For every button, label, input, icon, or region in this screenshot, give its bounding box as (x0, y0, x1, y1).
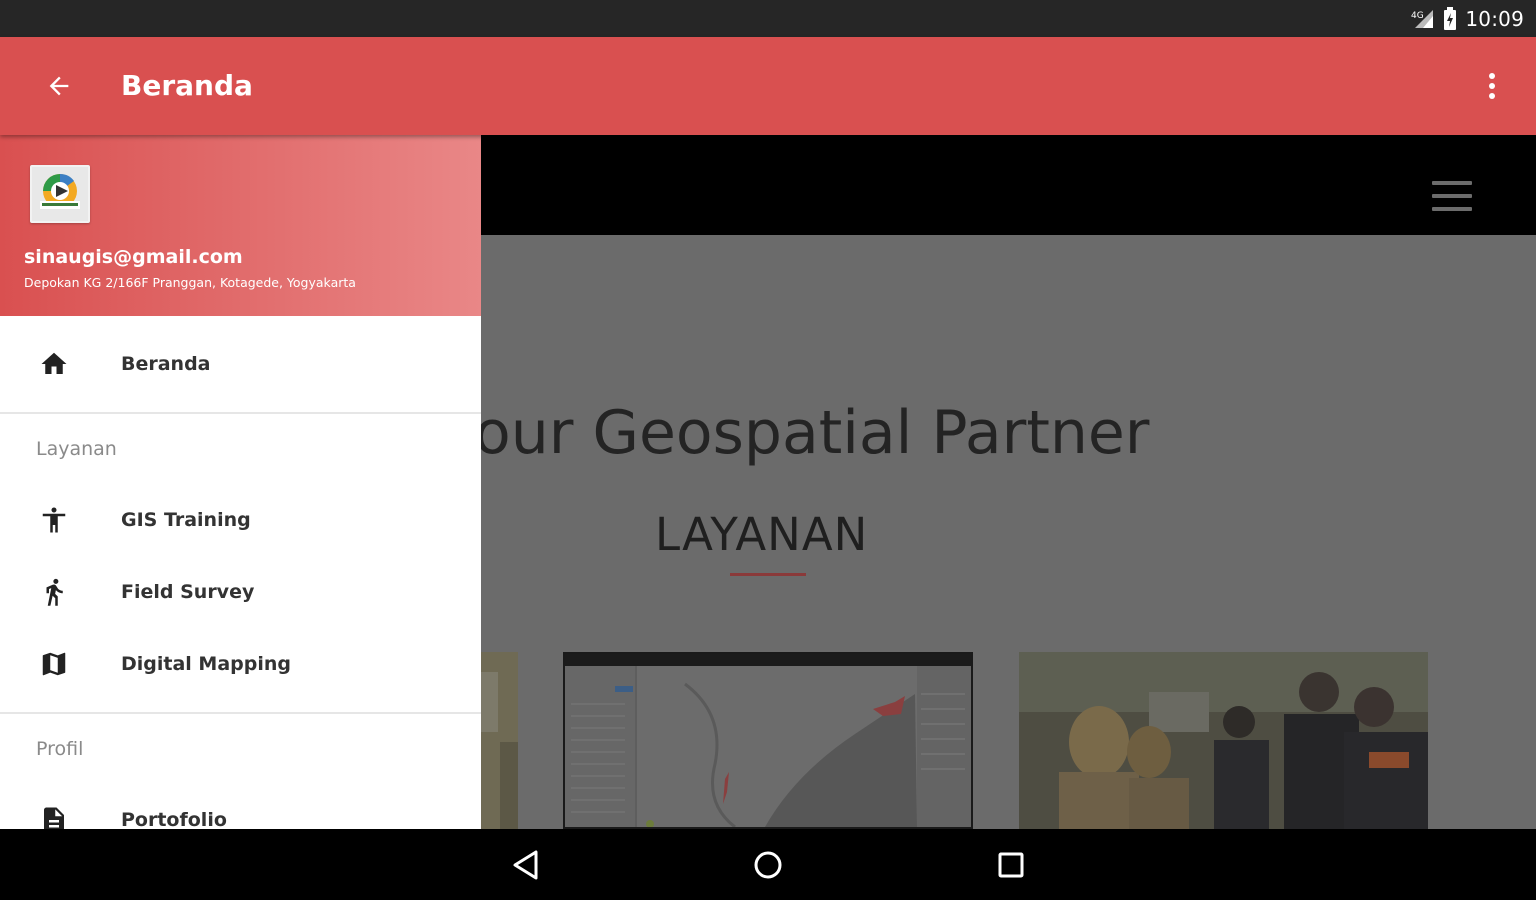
app-logo (30, 165, 90, 223)
overflow-menu-button[interactable] (1482, 69, 1502, 103)
status-bar: 4G 10:09 (0, 0, 1536, 37)
nav-back-icon (513, 850, 538, 880)
signal-icon: 4G (1411, 9, 1434, 28)
user-email: sinaugis@gmail.com (24, 246, 243, 268)
user-address: Depokan KG 2/166F Pranggan, Kotagede, Yo… (24, 275, 356, 290)
accessibility-icon (36, 502, 72, 538)
nav-recents-button[interactable] (989, 843, 1033, 887)
service-image-map[interactable] (563, 652, 973, 829)
drawer-item-label: Portofolio (121, 809, 227, 829)
page-title: Beranda (121, 69, 253, 102)
drawer-header: sinaugis@gmail.com Depokan KG 2/166F Pra… (0, 135, 481, 316)
section-header-profil: Profil (36, 738, 84, 760)
service-image-survey[interactable] (1019, 652, 1428, 829)
drawer-item-label: Beranda (121, 353, 211, 375)
navigation-drawer: sinaugis@gmail.com Depokan KG 2/166F Pra… (0, 135, 481, 829)
arrow-back-icon (49, 76, 69, 96)
hero-text: our Geospatial Partner (474, 398, 1150, 468)
battery-icon (1444, 6, 1457, 30)
drawer-item-gis-training[interactable]: GIS Training (0, 484, 481, 556)
document-icon (36, 802, 72, 829)
nav-home-icon (754, 851, 782, 879)
drawer-item-label: Digital Mapping (121, 653, 291, 675)
nav-back-button[interactable] (504, 843, 548, 887)
map-icon (36, 646, 72, 682)
walk-icon (36, 574, 72, 610)
more-vert-icon (1489, 73, 1495, 99)
back-button[interactable] (40, 69, 78, 103)
drawer-item-portofolio[interactable]: Portofolio (0, 784, 481, 829)
hamburger-menu-icon[interactable] (1432, 181, 1472, 215)
section-title: LAYANAN (655, 508, 869, 561)
status-icons: 4G 10:09 (1409, 0, 1524, 37)
home-icon (36, 346, 72, 382)
nav-home-button[interactable] (746, 843, 790, 887)
drawer-item-label: GIS Training (121, 509, 251, 531)
system-nav-bar (0, 829, 1536, 900)
drawer-item-digital-mapping[interactable]: Digital Mapping (0, 628, 481, 700)
drawer-item-beranda[interactable]: Beranda (0, 316, 481, 412)
nav-recents-icon (998, 852, 1024, 878)
section-underline (730, 573, 806, 576)
app-toolbar: Beranda (0, 37, 1536, 135)
svg-text:4G: 4G (1411, 11, 1424, 21)
section-header-layanan: Layanan (36, 438, 117, 460)
drawer-item-label: Field Survey (121, 581, 255, 603)
drawer-item-field-survey[interactable]: Field Survey (0, 556, 481, 628)
status-time: 10:09 (1465, 6, 1524, 31)
